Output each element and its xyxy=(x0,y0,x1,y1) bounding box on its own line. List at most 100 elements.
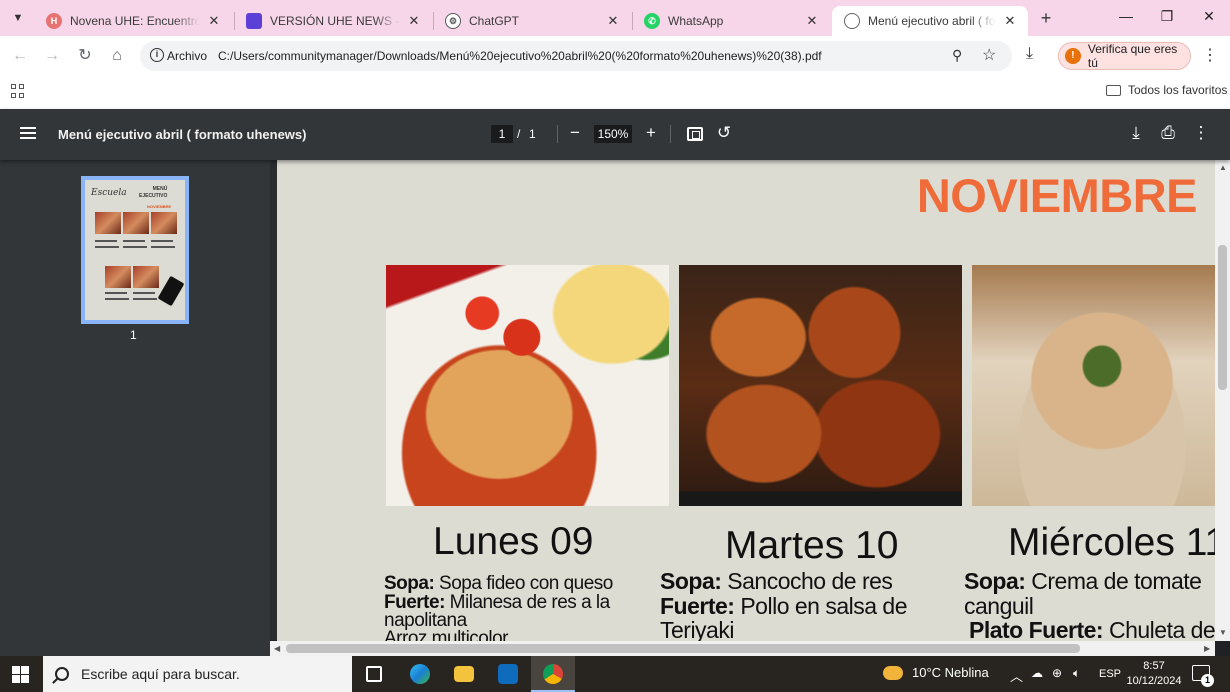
thumbnail-sidebar: Escuela MENÚ EJECUTIVO NOVIEMBRE 1 xyxy=(0,160,270,656)
main-value: Chuleta de xyxy=(1103,617,1215,642)
verify-identity-button[interactable]: ! Verifica que eres tú xyxy=(1058,42,1191,70)
close-window-icon[interactable]: ✕ xyxy=(1194,8,1224,25)
weather-fog-icon xyxy=(883,665,903,680)
browser-menu-icon[interactable]: ⋮ xyxy=(1202,45,1218,65)
windows-start-icon[interactable] xyxy=(12,666,29,683)
task-view-icon[interactable] xyxy=(366,666,382,682)
bookmark-star-icon[interactable]: ☆ xyxy=(982,45,996,65)
pdf-more-icon[interactable]: ⋮ xyxy=(1191,123,1211,143)
month-heading: NOVIEMBRE xyxy=(916,169,1198,222)
close-tab-icon[interactable]: ✕ xyxy=(1002,13,1018,29)
bookmarks-bar: Todos los favoritos xyxy=(0,76,1230,109)
zoom-out-icon[interactable]: − xyxy=(565,123,585,143)
tab-strip: ▼ H Novena UHE: Encuentros de ✕ VERSIÓN … xyxy=(0,0,1230,36)
scroll-right-icon[interactable]: ▶ xyxy=(1204,644,1210,653)
network-icon[interactable]: ⊕ xyxy=(1052,666,1062,680)
scroll-down-icon[interactable]: ▼ xyxy=(1219,628,1227,637)
soup-value: Sancocho de res xyxy=(721,568,893,594)
download-pdf-icon[interactable]: ⤓ xyxy=(1126,123,1146,143)
tab-title: ChatGPT xyxy=(469,14,520,28)
monday-side: Arroz multicolor xyxy=(384,628,508,641)
sites-icon xyxy=(246,13,262,29)
horizontal-scrollbar[interactable]: ◀ ▶ xyxy=(270,641,1215,656)
folder-icon xyxy=(1106,84,1121,96)
close-tab-icon[interactable]: ✕ xyxy=(804,13,820,29)
restore-icon[interactable]: ❐ xyxy=(1152,8,1182,25)
language-indicator[interactable]: ESP xyxy=(1099,668,1121,680)
tuesday-soup: Sopa: Sancocho de res xyxy=(660,568,893,594)
search-icon xyxy=(55,667,69,681)
soup-value: Sopa fideo con queso xyxy=(434,573,613,594)
site-info-icon[interactable]: i xyxy=(150,48,164,62)
zoom-in-icon[interactable]: + xyxy=(641,123,661,143)
weather-widget[interactable]: 10°C Neblina xyxy=(883,665,989,680)
close-tab-icon[interactable]: ✕ xyxy=(406,13,422,29)
close-tab-icon[interactable]: ✕ xyxy=(605,13,621,29)
new-tab-icon[interactable]: + xyxy=(1036,8,1056,29)
teriyaki-chicken-photo xyxy=(679,265,962,506)
main-value: Milanesa de res a la xyxy=(444,592,611,613)
tab-search-chevron-icon[interactable]: ▼ xyxy=(6,6,30,30)
soup-label: Sopa: xyxy=(384,573,435,594)
scroll-up-icon[interactable]: ▲ xyxy=(1219,163,1227,172)
all-favorites-button[interactable]: Todos los favoritos xyxy=(1106,83,1227,97)
home-icon[interactable]: ⌂ xyxy=(107,46,127,66)
horizontal-scroll-thumb[interactable] xyxy=(286,644,1080,653)
page-thumbnail[interactable]: Escuela MENÚ EJECUTIVO NOVIEMBRE xyxy=(81,176,189,324)
zoom-level-input[interactable]: 150% xyxy=(594,125,632,143)
forward-icon[interactable]: → xyxy=(42,46,62,66)
volume-icon[interactable]: 🔈︎ xyxy=(1073,666,1080,681)
tab-title: WhatsApp xyxy=(668,14,724,28)
print-icon[interactable]: ⎙ xyxy=(1158,123,1178,143)
outlook-icon[interactable] xyxy=(498,664,518,684)
whatsapp-icon: ✆ xyxy=(644,13,660,29)
soup-label: Sopa: xyxy=(660,568,722,594)
tab-title: VERSIÓN UHE NEWS - Sitio xyxy=(270,14,400,28)
fit-page-icon[interactable] xyxy=(687,127,703,141)
taskbar-search-box[interactable]: Escribe aquí para buscar. xyxy=(43,656,352,692)
rotate-icon[interactable]: ↺ xyxy=(714,123,734,143)
tab-title: Novena UHE: Encuentros de xyxy=(70,14,200,28)
chrome-icon xyxy=(543,664,563,684)
pork-chop-photo xyxy=(972,265,1215,506)
vertical-scrollbar[interactable]: ▲ ▼ xyxy=(1215,160,1230,641)
windows-taskbar: Escribe aquí para buscar. 10°C Neblina ︿… xyxy=(0,656,1230,692)
tab-chatgpt[interactable]: ⚙ ChatGPT ✕ xyxy=(433,6,631,36)
wednesday-soup-cont: canguil xyxy=(964,593,1034,619)
pdf-title: Menú ejecutivo abril ( formato uhenews) xyxy=(58,127,307,142)
clock[interactable]: 8:57 10/12/2024 xyxy=(1124,659,1184,689)
tuesday-main: Fuerte: Pollo en salsa de xyxy=(660,595,908,618)
file-explorer-icon[interactable] xyxy=(454,666,474,682)
show-hidden-icons-icon[interactable]: ︿ xyxy=(1010,666,1023,685)
close-tab-icon[interactable]: ✕ xyxy=(206,13,222,29)
back-icon[interactable]: ← xyxy=(10,46,30,66)
main-label: Plato Fuerte: xyxy=(969,617,1104,642)
sidebar-resize-handle[interactable] xyxy=(270,160,277,640)
warning-icon: ! xyxy=(1065,48,1081,64)
vertical-scroll-thumb[interactable] xyxy=(1218,245,1227,390)
page-number-input[interactable]: 1 xyxy=(491,125,513,143)
scheme-label: Archivo xyxy=(167,49,208,63)
chatgpt-icon: ⚙ xyxy=(445,13,461,29)
minimize-icon[interactable]: — xyxy=(1111,8,1141,24)
cloud-icon[interactable]: ☁ xyxy=(1031,666,1043,680)
notification-badge: 1 xyxy=(1201,674,1214,687)
reload-icon[interactable]: ↻ xyxy=(75,46,95,66)
tab-uhe-news[interactable]: VERSIÓN UHE NEWS - Sitio ✕ xyxy=(234,6,432,36)
thumbnail-page-label: 1 xyxy=(130,328,137,342)
edge-icon[interactable] xyxy=(410,664,430,684)
downloads-icon[interactable]: ⤓ xyxy=(1026,45,1033,63)
tab-menu-pdf[interactable]: Menú ejecutivo abril ( forma ✕ xyxy=(832,6,1028,36)
sidebar-menu-icon[interactable] xyxy=(20,127,36,139)
url-text[interactable]: C:/Users/communitymanager/Downloads/Menú… xyxy=(218,49,822,63)
address-bar[interactable]: i Archivo C:/Users/communitymanager/Down… xyxy=(140,41,1012,71)
scroll-left-icon[interactable]: ◀ xyxy=(274,644,280,653)
thumbnail-month: NOVIEMBRE xyxy=(147,204,172,209)
chrome-taskbar-button[interactable] xyxy=(531,656,575,692)
zoom-icon[interactable]: ⚲ xyxy=(952,47,962,64)
verify-label: Verifica que eres tú xyxy=(1087,42,1178,70)
tab-novena[interactable]: H Novena UHE: Encuentros de ✕ xyxy=(34,6,232,36)
apps-grid-icon[interactable] xyxy=(11,84,25,98)
total-pages: 1 xyxy=(529,127,536,141)
tab-whatsapp[interactable]: ✆ WhatsApp ✕ xyxy=(632,6,830,36)
